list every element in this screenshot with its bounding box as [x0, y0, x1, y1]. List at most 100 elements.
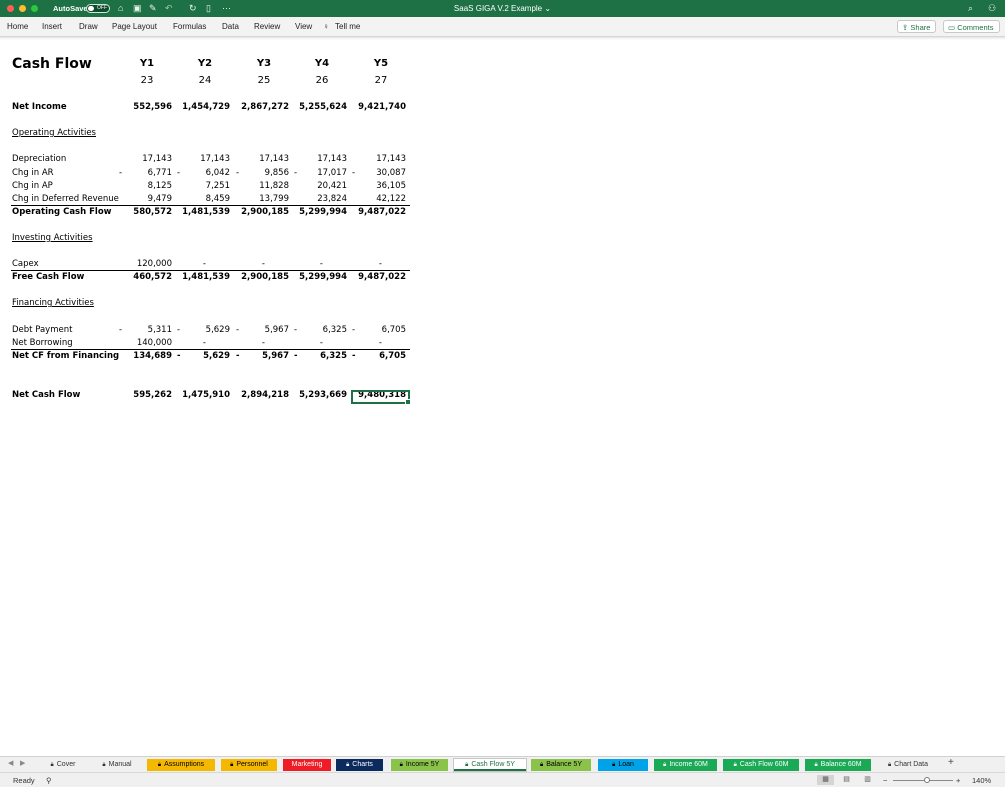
sheet-tab-assumptions[interactable]: 🔒︎ Assumptions: [147, 759, 215, 771]
add-sheet-icon[interactable]: +: [948, 757, 954, 768]
normal-view-button[interactable]: ▦: [817, 775, 834, 785]
sheet-tab-chart-data[interactable]: 🔒︎ Chart Data: [877, 759, 939, 771]
chevron-down-icon[interactable]: ⌄: [544, 4, 551, 13]
sheet-tab-cash-flow-60m[interactable]: 🔒︎ Cash Flow 60M: [723, 759, 799, 771]
cell-chg-in-ap-y5[interactable]: 36,105: [346, 181, 406, 191]
tell-me-search[interactable]: Tell me: [335, 22, 360, 31]
cell-depreciation-y3[interactable]: 17,143: [229, 154, 289, 164]
tab-draw[interactable]: Draw: [79, 22, 98, 31]
row-label-net-borrowing[interactable]: Net Borrowing: [12, 338, 73, 348]
cell-net-borrowing-y2[interactable]: -: [170, 338, 206, 348]
cell-net-cash-flow-y2[interactable]: 1,475,910: [170, 390, 230, 400]
lightbulb-icon[interactable]: ♀: [323, 22, 329, 31]
cell-capex-y1[interactable]: 120,000: [112, 259, 172, 269]
cell-chg-in-deferred-revenue-y3[interactable]: 13,799: [229, 194, 289, 204]
zoom-slider-track[interactable]: [893, 780, 953, 781]
cell-free-cash-flow-y4[interactable]: 5,299,994: [287, 272, 347, 282]
cell-operating-cash-flow-y5[interactable]: 9,487,022: [346, 207, 406, 217]
cell-operating-cash-flow-y4[interactable]: 5,299,994: [287, 207, 347, 217]
row-label-debt-payment[interactable]: Debt Payment: [12, 325, 72, 335]
cell-free-cash-flow-y2[interactable]: 1,481,539: [170, 272, 230, 282]
cell-depreciation-y5[interactable]: 17,143: [346, 154, 406, 164]
cell-chg-in-ap-y1[interactable]: 8,125: [112, 181, 172, 191]
cell-operating-cash-flow-y3[interactable]: 2,900,185: [229, 207, 289, 217]
cell-net-borrowing-y5[interactable]: -: [346, 338, 382, 348]
zoom-slider-knob[interactable]: [924, 777, 930, 783]
tab-data[interactable]: Data: [222, 22, 239, 31]
cell-net-cash-flow-y4[interactable]: 5,293,669: [287, 390, 347, 400]
tab-page-layout[interactable]: Page Layout: [112, 22, 157, 31]
cell-net-income-y2[interactable]: 1,454,729: [170, 102, 230, 112]
search-icon[interactable]: ⌕: [968, 3, 973, 13]
row-label-chg-in-ar[interactable]: Chg in AR: [12, 168, 54, 178]
cell-chg-in-ap-y3[interactable]: 11,828: [229, 181, 289, 191]
cell-net-income-y1[interactable]: 552,596: [112, 102, 172, 112]
sheet-tab-loan[interactable]: 🔒︎ Loan: [598, 759, 648, 771]
tab-home[interactable]: Home: [7, 22, 28, 31]
tab-view[interactable]: View: [295, 22, 312, 31]
cell-chg-in-deferred-revenue-y5[interactable]: 42,122: [346, 194, 406, 204]
row-label-net-income[interactable]: Net Income: [12, 102, 67, 112]
year-header-1[interactable]: Y1: [132, 58, 162, 69]
cell-net-cash-flow-y3[interactable]: 2,894,218: [229, 390, 289, 400]
share-person-icon[interactable]: ⚇: [988, 3, 996, 13]
cell-net-cf-from-financing-y1[interactable]: 134,689: [112, 351, 172, 361]
row-label-capex[interactable]: Capex: [12, 259, 39, 269]
sheet-tab-manual[interactable]: 🔒︎ Manual: [93, 759, 141, 771]
year-number-4[interactable]: 26: [307, 75, 337, 86]
tab-insert[interactable]: Insert: [42, 22, 62, 31]
row-label-net-cash-flow[interactable]: Net Cash Flow: [12, 390, 80, 400]
year-header-4[interactable]: Y4: [307, 58, 337, 69]
row-label-free-cash-flow[interactable]: Free Cash Flow: [12, 272, 84, 282]
cell-net-borrowing-y3[interactable]: -: [229, 338, 265, 348]
cell-depreciation-y2[interactable]: 17,143: [170, 154, 230, 164]
year-number-1[interactable]: 23: [132, 75, 162, 86]
cell-free-cash-flow-y5[interactable]: 9,487,022: [346, 272, 406, 282]
cell-net-borrowing-y1[interactable]: 140,000: [112, 338, 172, 348]
cell-net-income-y4[interactable]: 5,255,624: [287, 102, 347, 112]
cell-depreciation-y4[interactable]: 17,143: [287, 154, 347, 164]
cell-capex-y4[interactable]: -: [287, 259, 323, 269]
cell-net-borrowing-y4[interactable]: -: [287, 338, 323, 348]
zoom-level[interactable]: 140%: [972, 776, 991, 785]
worksheet-grid[interactable]: Cash Flow Y1 23 Y2 24 Y3 25 Y4 26 Y5 27 Net Income…: [0, 40, 1005, 756]
row-label-chg-in-ap[interactable]: Chg in AP: [12, 181, 53, 191]
share-button[interactable]: ⇪ Share: [897, 20, 936, 33]
year-number-2[interactable]: 24: [190, 75, 220, 86]
sheet-tab-income-5y[interactable]: 🔒︎ Income 5Y: [391, 759, 448, 771]
cell-capex-y2[interactable]: -: [170, 259, 206, 269]
cell-operating-cash-flow-y2[interactable]: 1,481,539: [170, 207, 230, 217]
section-investing-activities[interactable]: Investing Activities: [12, 233, 93, 243]
year-number-3[interactable]: 25: [249, 75, 279, 86]
row-label-chg-in-deferred-revenue[interactable]: Chg in Deferred Revenue: [12, 194, 119, 204]
cell-chg-in-ap-y4[interactable]: 20,421: [287, 181, 347, 191]
row-label-depreciation[interactable]: Depreciation: [12, 154, 66, 164]
sheet-title[interactable]: Cash Flow: [12, 56, 92, 72]
row-label-net-cf-from-financing[interactable]: Net CF from Financing: [12, 351, 119, 361]
cell-chg-in-deferred-revenue-y1[interactable]: 9,479: [112, 194, 172, 204]
year-number-5[interactable]: 27: [366, 75, 396, 86]
selected-cell-outline[interactable]: [351, 390, 411, 405]
cell-chg-in-deferred-revenue-y4[interactable]: 23,824: [287, 194, 347, 204]
year-header-3[interactable]: Y3: [249, 58, 279, 69]
accessibility-icon[interactable]: ⚲: [46, 776, 52, 785]
cell-chg-in-ap-y2[interactable]: 7,251: [170, 181, 230, 191]
cell-capex-y5[interactable]: -: [346, 259, 382, 269]
sheet-tab-charts[interactable]: 🔒︎ Charts: [336, 759, 383, 771]
tab-review[interactable]: Review: [254, 22, 280, 31]
tab-scroll-left-icon[interactable]: ◀: [8, 759, 13, 767]
cell-free-cash-flow-y3[interactable]: 2,900,185: [229, 272, 289, 282]
cell-net-income-y5[interactable]: 9,421,740: [346, 102, 406, 112]
cell-depreciation-y1[interactable]: 17,143: [112, 154, 172, 164]
row-label-operating-cash-flow[interactable]: Operating Cash Flow: [12, 207, 112, 217]
sheet-tab-marketing[interactable]: Marketing: [283, 759, 331, 771]
sheet-tab-cash-flow-5y[interactable]: 🔒︎ Cash Flow 5Y: [454, 759, 526, 771]
section-financing-activities[interactable]: Financing Activities: [12, 298, 94, 308]
cell-capex-y3[interactable]: -: [229, 259, 265, 269]
cell-net-income-y3[interactable]: 2,867,272: [229, 102, 289, 112]
sheet-tab-balance-60m[interactable]: 🔒︎ Balance 60M: [805, 759, 871, 771]
year-header-5[interactable]: Y5: [366, 58, 396, 69]
sheet-tab-income-60m[interactable]: 🔒︎ Income 60M: [654, 759, 717, 771]
sheet-tab-cover[interactable]: 🔒︎ Cover: [40, 759, 86, 771]
sheet-tab-personnel[interactable]: 🔒︎ Personnel: [221, 759, 277, 771]
